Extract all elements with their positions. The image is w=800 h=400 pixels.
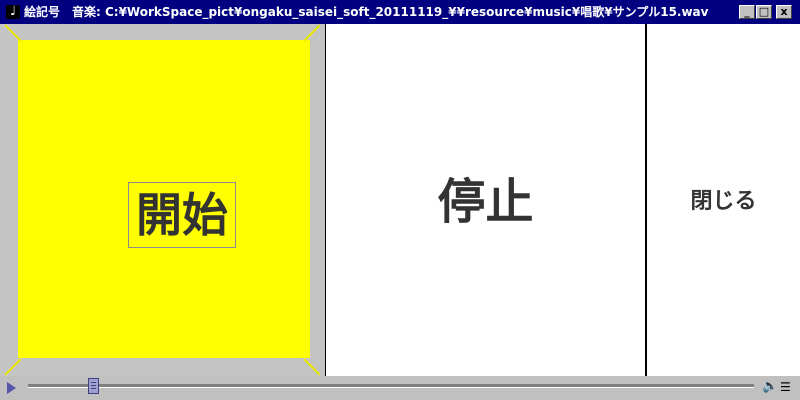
minimize-icon: _ xyxy=(744,5,750,18)
client-area: 開始 停止 閉じる xyxy=(0,24,800,376)
menu-icon[interactable]: ☰ xyxy=(780,379,792,395)
maximize-button[interactable]: □ xyxy=(756,5,772,19)
window-title: 絵記号 音楽: C:¥WorkSpace_pict¥ongaku_saisei_… xyxy=(24,5,709,19)
stop-button-label: 停止 xyxy=(437,174,534,230)
close-button-label: 閉じる xyxy=(690,189,757,214)
bevel-corner xyxy=(4,24,22,42)
close-window-button[interactable]: x xyxy=(776,5,792,19)
start-button[interactable]: 開始 xyxy=(18,40,310,358)
bevel-corner xyxy=(4,358,22,376)
seek-slider-thumb[interactable] xyxy=(88,378,100,394)
title-bar[interactable]: ♩ 絵記号 音楽: C:¥WorkSpace_pict¥ongaku_saise… xyxy=(0,0,800,24)
play-icon[interactable] xyxy=(7,382,16,394)
start-button-label: 開始 xyxy=(128,182,236,248)
seek-track[interactable] xyxy=(28,384,754,388)
music-note-icon[interactable]: ♩ xyxy=(6,5,20,19)
maximize-icon: □ xyxy=(758,5,770,18)
stop-button[interactable]: 停止 xyxy=(326,24,647,376)
media-player-bar: 🔈 ☰ xyxy=(0,376,800,400)
minimize-button[interactable]: _ xyxy=(739,5,755,19)
close-icon: x xyxy=(780,5,788,18)
close-button[interactable]: 閉じる xyxy=(647,24,800,376)
start-button-frame: 開始 xyxy=(0,24,326,376)
bevel-corner xyxy=(303,24,321,42)
bevel-corner xyxy=(303,358,321,376)
volume-icon[interactable]: 🔈 xyxy=(762,379,778,395)
